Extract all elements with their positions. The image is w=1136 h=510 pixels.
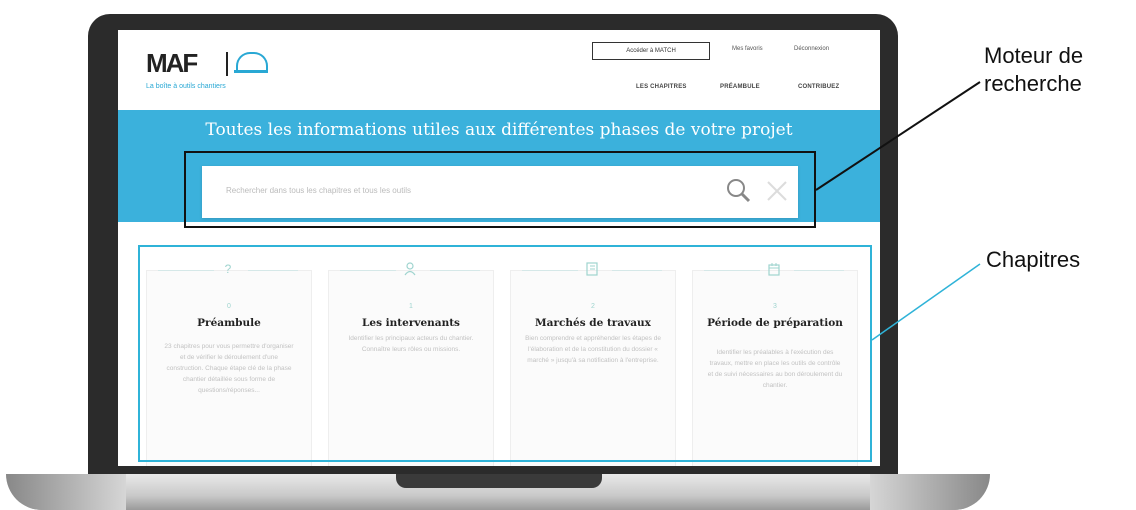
chapters-label: Chapitres [986, 247, 1081, 272]
search-engine-label-line2: recherche [984, 71, 1082, 96]
annotation-leader-lines [815, 81, 981, 341]
search-engine-label: Moteur de recherche [984, 42, 1083, 98]
search-engine-label-line1: Moteur de [984, 43, 1084, 68]
